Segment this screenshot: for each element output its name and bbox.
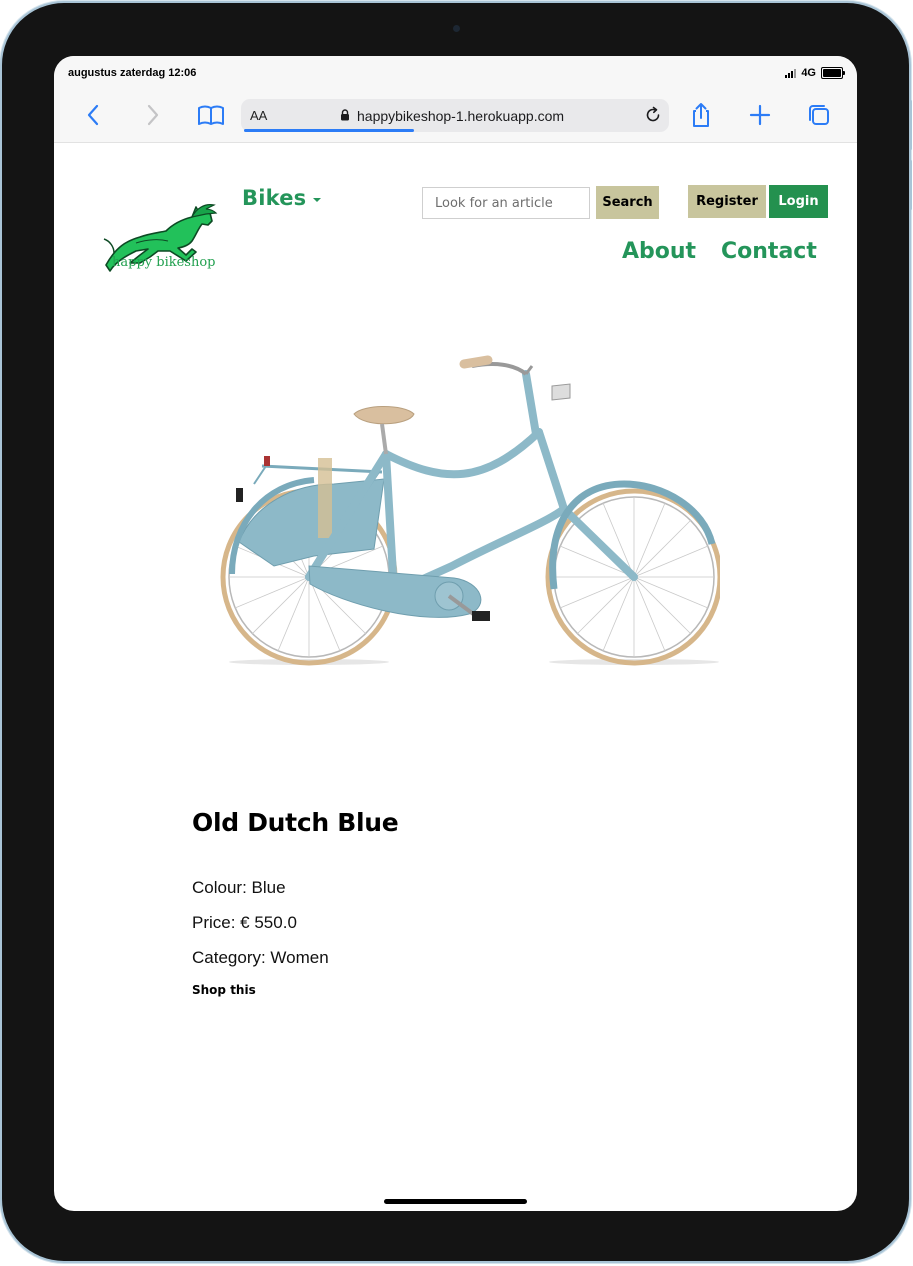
logo-text: happy bikeshop: [112, 255, 216, 270]
address-bar[interactable]: AA happybikeshop-1.herokuapp.com: [241, 99, 669, 132]
product-category: Category: Women: [192, 948, 329, 967]
bookmarks-button[interactable]: [196, 100, 226, 130]
product-title: Old Dutch Blue: [192, 808, 399, 837]
url-text[interactable]: happybikeshop-1.herokuapp.com: [357, 108, 564, 124]
tabs-icon: [809, 105, 829, 125]
new-tab-button[interactable]: [745, 100, 775, 130]
page-load-progress: [244, 129, 414, 132]
chevron-right-icon: [147, 104, 159, 126]
search-input[interactable]: [422, 187, 590, 219]
forward-button[interactable]: [137, 100, 167, 130]
text-size-button[interactable]: AA: [250, 108, 267, 123]
nav-contact-link[interactable]: Contact: [721, 239, 817, 264]
shop-this-link[interactable]: Shop this: [192, 983, 256, 997]
browser-toolbar: augustus zaterdag 12:06 4G AA happybikes…: [54, 56, 857, 143]
volume-button: [909, 160, 912, 210]
status-time: augustus zaterdag 12:06: [68, 67, 197, 79]
screen: augustus zaterdag 12:06 4G AA happybikes…: [54, 56, 857, 1211]
share-icon: [693, 103, 709, 127]
plus-icon: [749, 104, 771, 126]
webpage: happy bikeshop Bikes Search Register Log…: [54, 142, 857, 1211]
register-button[interactable]: Register: [688, 185, 766, 218]
home-indicator: [384, 1199, 527, 1204]
search-button[interactable]: Search: [596, 186, 659, 219]
product-price: Price: € 550.0: [192, 913, 297, 932]
signal-icon: [785, 68, 797, 78]
share-button[interactable]: [686, 100, 716, 130]
status-indicators: 4G: [785, 67, 845, 79]
reload-icon[interactable]: [644, 106, 662, 124]
product-image: [220, 355, 720, 666]
bikes-dropdown[interactable]: Bikes: [242, 186, 322, 210]
volume-button: [909, 100, 912, 150]
chevron-left-icon: [87, 104, 99, 126]
product-colour: Colour: Blue: [192, 878, 286, 897]
back-button[interactable]: [79, 100, 109, 130]
tabs-overview-button[interactable]: [804, 100, 834, 130]
nav-about-link[interactable]: About: [622, 239, 696, 264]
network-label: 4G: [801, 67, 816, 79]
caret-down-icon: [313, 197, 322, 202]
bikes-dropdown-label: Bikes: [242, 186, 307, 210]
book-icon: [198, 105, 224, 125]
battery-icon: [821, 67, 845, 79]
lock-icon: [341, 109, 349, 121]
login-button[interactable]: Login: [769, 185, 828, 218]
front-camera: [453, 25, 460, 32]
